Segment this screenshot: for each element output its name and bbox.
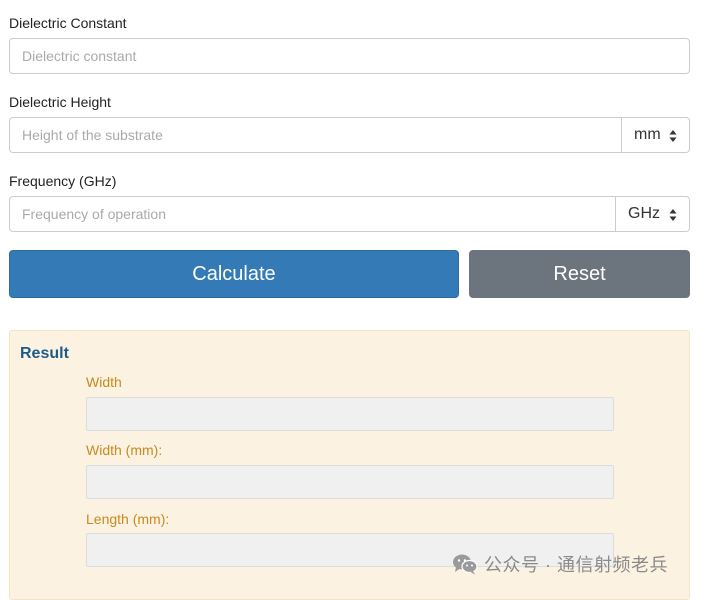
result-width-field <box>86 397 614 431</box>
height-unit-select[interactable]: mm <box>622 117 690 153</box>
watermark: 公众号 · 通信射频老兵 <box>452 551 668 577</box>
result-width-mm-label: Width (mm): <box>86 442 163 458</box>
frequency-label: Frequency (GHz) <box>9 173 117 189</box>
result-width-label: Width <box>86 374 122 390</box>
select-arrows-icon <box>669 130 677 142</box>
watermark-text: 公众号 · 通信射频老兵 <box>484 555 668 575</box>
result-length-mm-label: Length (mm): <box>86 511 170 527</box>
select-arrows-icon <box>669 209 677 221</box>
reset-button[interactable]: Reset <box>469 250 690 298</box>
dielectric-height-label: Dielectric Height <box>9 94 111 110</box>
frequency-unit-value: GHz <box>628 205 660 222</box>
dielectric-height-input[interactable] <box>9 117 622 153</box>
calculate-button[interactable]: Calculate <box>9 250 459 298</box>
result-width-mm-field <box>86 465 614 499</box>
frequency-unit-select[interactable]: GHz <box>616 196 690 232</box>
dielectric-constant-label: Dielectric Constant <box>9 15 127 31</box>
frequency-input[interactable] <box>9 196 616 232</box>
result-title: Result <box>20 345 69 362</box>
wechat-icon <box>453 554 478 575</box>
height-unit-value: mm <box>634 126 661 143</box>
dielectric-constant-input[interactable] <box>9 38 690 74</box>
